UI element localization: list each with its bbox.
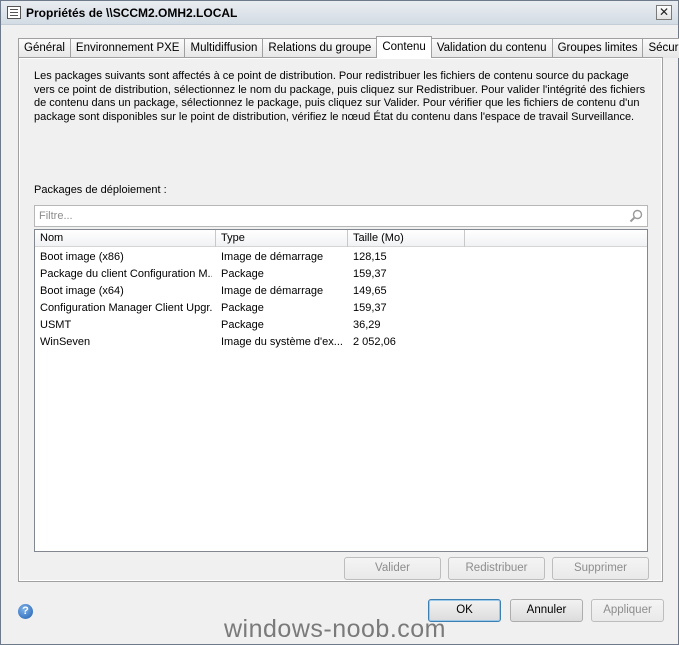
row-size: 149,65	[353, 285, 387, 297]
column-type[interactable]: Type	[216, 230, 348, 247]
row-type: Image de démarrage	[221, 285, 324, 297]
row-type: Image de démarrage	[221, 251, 324, 263]
table-row[interactable]: Boot image (x86) Image de démarrage 128,…	[35, 249, 647, 266]
watermark-text: windows-noob.com	[224, 615, 446, 643]
row-name: USMT	[40, 319, 72, 331]
row-name: Package du client Configuration M...	[40, 268, 212, 280]
row-size: 36,29	[353, 319, 381, 331]
row-name: Configuration Manager Client Upgr...	[40, 302, 212, 314]
row-type: Package	[221, 268, 264, 280]
row-type: Image du système d'ex...	[221, 336, 343, 348]
tab-security[interactable]: Sécurité	[642, 38, 679, 58]
search-icon[interactable]	[629, 209, 643, 223]
table-row[interactable]: Package du client Configuration M... Pac…	[35, 266, 647, 283]
window-icon	[7, 6, 21, 19]
row-size: 159,37	[353, 268, 387, 280]
properties-dialog: Propriétés de \\SCCM2.OMH2.LOCAL ✕ Génér…	[0, 0, 679, 645]
table-row[interactable]: Configuration Manager Client Upgr... Pac…	[35, 300, 647, 317]
row-size: 2 052,06	[353, 336, 396, 348]
row-name: Boot image (x64)	[40, 285, 124, 297]
tab-content[interactable]: Contenu	[376, 36, 432, 58]
tab-multicast[interactable]: Multidiffusion	[184, 38, 264, 58]
row-type: Package	[221, 302, 264, 314]
table-row[interactable]: USMT Package 36,29	[35, 317, 647, 334]
content-panel: Les packages suivants sont affectés à ce…	[18, 57, 663, 582]
cancel-button[interactable]: Annuler	[510, 599, 583, 622]
table-row[interactable]: WinSeven Image du système d'ex... 2 052,…	[35, 334, 647, 351]
row-size: 159,37	[353, 302, 387, 314]
close-button[interactable]: ✕	[656, 5, 672, 20]
remove-button[interactable]: Supprimer	[552, 557, 649, 580]
table-row[interactable]: Boot image (x64) Image de démarrage 149,…	[35, 283, 647, 300]
column-size[interactable]: Taille (Mo)	[348, 230, 465, 247]
tab-general[interactable]: Général	[18, 38, 71, 58]
column-name[interactable]: Nom	[35, 230, 216, 247]
apply-button[interactable]: Appliquer	[591, 599, 664, 622]
filter-placeholder: Filtre...	[39, 210, 73, 222]
row-name: WinSeven	[40, 336, 91, 348]
tab-boundary-groups[interactable]: Groupes limites	[551, 38, 644, 58]
validate-button[interactable]: Valider	[344, 557, 441, 580]
list-header: Nom Type Taille (Mo)	[35, 230, 647, 247]
redistribute-button[interactable]: Redistribuer	[448, 557, 545, 580]
help-icon[interactable]: ?	[18, 604, 33, 619]
row-type: Package	[221, 319, 264, 331]
row-name: Boot image (x86)	[40, 251, 124, 263]
row-size: 128,15	[353, 251, 387, 263]
title-bar: Propriétés de \\SCCM2.OMH2.LOCAL ✕	[1, 1, 678, 25]
content-description: Les packages suivants sont affectés à ce…	[34, 70, 646, 123]
packages-label: Packages de déploiement :	[34, 184, 167, 196]
window-title: Propriétés de \\SCCM2.OMH2.LOCAL	[26, 6, 238, 20]
tab-content-validation[interactable]: Validation du contenu	[430, 38, 553, 58]
tab-strip: Général Environnement PXE Multidiffusion…	[18, 36, 679, 58]
tab-pxe[interactable]: Environnement PXE	[69, 38, 186, 58]
filter-input[interactable]: Filtre...	[34, 205, 648, 227]
packages-list[interactable]: Nom Type Taille (Mo) Boot image (x86) Im…	[34, 229, 648, 552]
tab-group-relationships[interactable]: Relations du groupe	[262, 38, 378, 58]
